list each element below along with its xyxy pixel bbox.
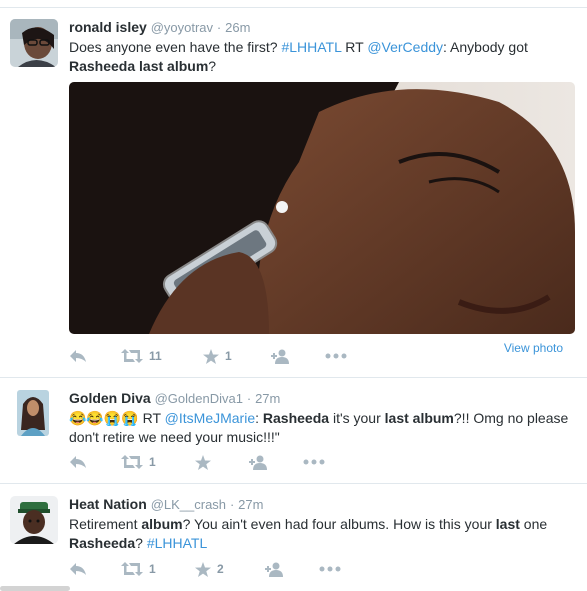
tweet-text: Retirement album? You ain't even had fou… <box>69 515 577 553</box>
tweet-text: Does anyone even have the first? #LHHATL… <box>69 38 577 76</box>
text-segment: ? <box>135 535 147 551</box>
favorite-button[interactable] <box>195 453 217 471</box>
retweet-icon <box>121 455 143 469</box>
favorite-button[interactable]: 1 <box>203 347 232 365</box>
highlight-text: Rasheeda <box>69 535 136 551</box>
tweet-actions: 1 <box>69 453 369 471</box>
reply-icon <box>70 456 86 468</box>
username[interactable]: @LK__crash <box>151 497 226 512</box>
retweet-icon <box>121 562 143 576</box>
retweet-count: 11 <box>149 349 162 363</box>
timeline: ronald isley @yoyotrav · 26m Does anyone… <box>0 0 587 591</box>
favorite-button[interactable]: 2 <box>195 560 224 578</box>
horizontal-scrollbar[interactable] <box>0 586 70 591</box>
more-icon <box>303 459 325 465</box>
favorite-count: 2 <box>217 562 224 576</box>
emoji-icons: 😂😂😭😭 <box>69 410 139 426</box>
reply-button[interactable] <box>69 347 87 365</box>
reply-icon <box>70 563 86 575</box>
more-button[interactable] <box>325 347 347 365</box>
retweet-button[interactable]: 11 <box>121 347 162 365</box>
view-photo-link[interactable]: View photo <box>504 341 563 355</box>
hashtag-link[interactable]: #LHHATL <box>281 39 341 55</box>
favorite-icon <box>195 454 211 470</box>
username[interactable]: @yoyotrav <box>151 20 213 35</box>
tweet[interactable]: ronald isley @yoyotrav · 26m Does anyone… <box>0 8 587 378</box>
favorite-icon <box>203 348 219 364</box>
fullname[interactable]: Heat Nation <box>69 496 147 512</box>
more-icon <box>319 566 341 572</box>
separator-dot: · <box>229 497 235 512</box>
reply-button[interactable] <box>69 453 87 471</box>
retweet-count: 1 <box>149 562 156 576</box>
text-segment: ? <box>208 58 217 74</box>
highlight-text: album <box>141 516 183 532</box>
follow-icon <box>249 455 267 470</box>
avatar[interactable] <box>10 19 58 67</box>
text-segment: ?!! Omg no please <box>453 410 569 426</box>
tweet-header: Golden Diva @GoldenDiva1 · 27m <box>69 389 577 408</box>
fullname[interactable]: ronald isley <box>69 19 147 35</box>
hashtag-link[interactable]: #LHHATL <box>147 535 207 551</box>
retweet-button[interactable]: 1 <box>121 453 156 471</box>
mention-link[interactable]: @ItsMeJMarie <box>165 410 255 426</box>
tweet-text: 😂😂😭😭 RT @ItsMeJMarie: Rasheeda it's your… <box>69 409 577 447</box>
timestamp[interactable]: 26m <box>225 20 250 35</box>
username[interactable]: @GoldenDiva1 <box>155 391 243 406</box>
follow-button[interactable] <box>265 560 287 578</box>
tweet[interactable]: Heat Nation @LK__crash · 27m Retirement … <box>0 484 587 591</box>
separator-dot: · <box>246 391 252 406</box>
highlight-text: last album <box>384 410 454 426</box>
tweet-actions: 1 2 <box>69 560 369 578</box>
text-segment: Does anyone even have the first? <box>69 39 282 55</box>
reply-icon <box>70 350 86 362</box>
follow-button[interactable] <box>271 347 293 365</box>
text-segment: Retirement <box>69 516 142 532</box>
text-segment: RT <box>138 410 165 426</box>
tweet-photo[interactable] <box>69 82 575 334</box>
follow-icon <box>265 562 283 577</box>
avatar[interactable] <box>10 496 58 544</box>
text-segment: : Anybody got <box>443 39 528 55</box>
fullname[interactable]: Golden Diva <box>69 390 151 406</box>
timestamp[interactable]: 27m <box>255 391 280 406</box>
tweet-header: Heat Nation @LK__crash · 27m <box>69 495 577 514</box>
retweet-button[interactable]: 1 <box>121 560 156 578</box>
text-segment: RT <box>341 39 368 55</box>
retweet-count: 1 <box>149 455 156 469</box>
text-segment: it's your <box>329 410 385 426</box>
timestamp[interactable]: 27m <box>238 497 263 512</box>
text-segment: ? You ain't even had four albums. How is… <box>182 516 496 532</box>
tweet[interactable]: Golden Diva @GoldenDiva1 · 27m 😂😂😭😭 RT @… <box>0 378 587 484</box>
favorite-count: 1 <box>225 349 232 363</box>
highlight-text: Rasheeda <box>262 410 330 426</box>
avatar[interactable] <box>17 390 49 436</box>
more-button[interactable] <box>303 453 325 471</box>
tweet-header: ronald isley @yoyotrav · 26m <box>69 18 577 37</box>
follow-button[interactable] <box>249 453 271 471</box>
highlight-text: Rasheeda last album <box>69 58 209 74</box>
mention-link[interactable]: @VerCeddy <box>367 39 443 55</box>
reply-button[interactable] <box>69 560 87 578</box>
separator-dot: · <box>216 20 222 35</box>
more-icon <box>325 353 347 359</box>
tweet-actions: 11 1 View photo <box>69 341 575 365</box>
favorite-icon <box>195 561 211 577</box>
follow-icon <box>271 349 289 364</box>
text-segment: : <box>255 410 263 426</box>
highlight-text: last <box>495 516 520 532</box>
retweet-icon <box>121 349 143 363</box>
more-button[interactable] <box>319 560 341 578</box>
text-segment: don't retire we need your music!!!" <box>69 429 280 445</box>
text-segment: one <box>519 516 548 532</box>
